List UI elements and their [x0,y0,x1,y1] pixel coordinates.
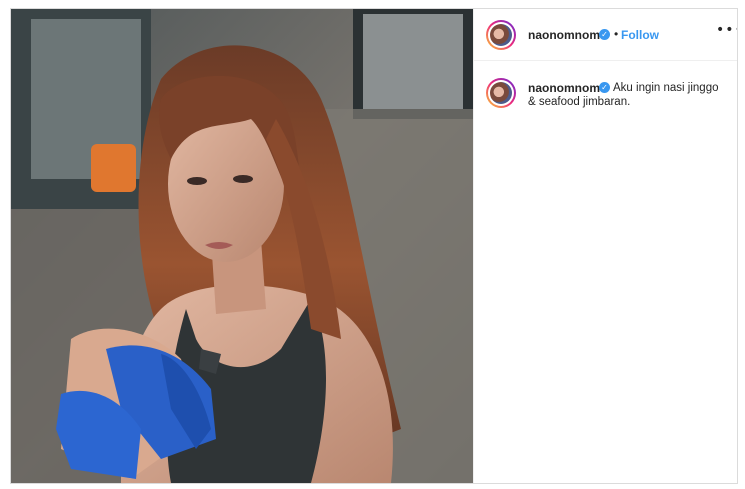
avatar[interactable] [486,20,516,50]
caption-avatar[interactable] [486,78,516,108]
avatar-ring [488,22,514,48]
caption-text-line1: Aku ingin nasi jinggo [613,82,719,94]
caption-username[interactable]: naonomnom [528,81,600,95]
post-header: naonomnom ✓ • Follow ••• [474,9,737,61]
caption-avatar-ring [488,80,514,106]
instagram-post: naonomnom ✓ • Follow ••• naonomnom ✓ Aku… [10,8,738,484]
caption-text: Aku ingin nasi jinggo & seafood jimbaran… [528,81,731,108]
post-photo[interactable] [11,9,473,483]
verified-badge-icon: ✓ [599,29,610,40]
photo-image [11,9,473,483]
post-sidebar: naonomnom ✓ • Follow ••• naonomnom ✓ Aku… [473,9,737,483]
caption-verified-badge-icon: ✓ [599,82,610,93]
follow-button[interactable]: Follow [621,28,659,42]
caption-text-line2: & seafood jimbaran. [528,96,631,108]
separator-dot: • [614,27,619,41]
caption-avatar-image [490,82,512,104]
avatar-image [490,24,512,46]
header-username[interactable]: naonomnom [528,28,600,42]
more-options-icon[interactable]: ••• [716,22,737,38]
